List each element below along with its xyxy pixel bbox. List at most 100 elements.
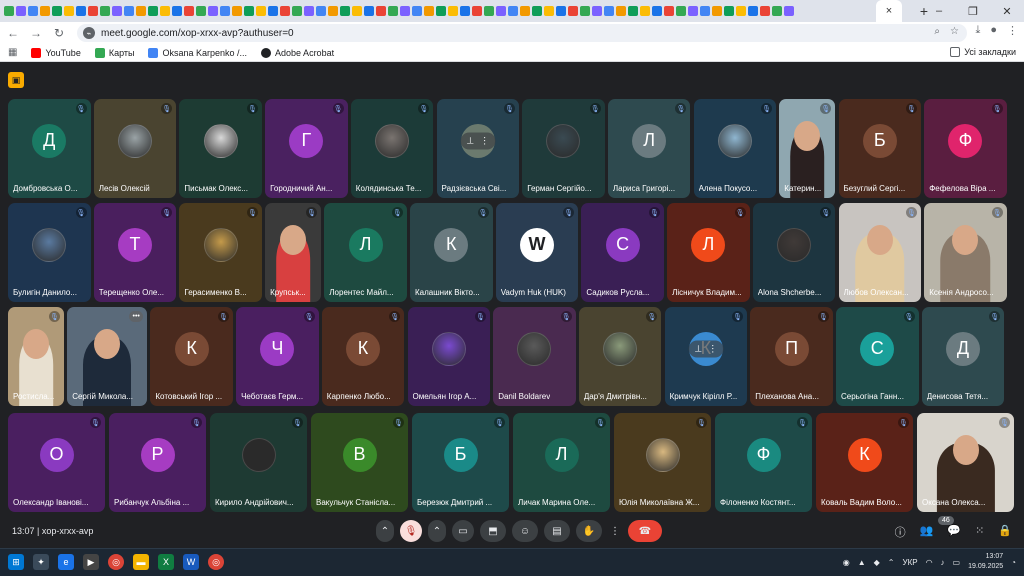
menu-icon[interactable]: ⋮ (1007, 24, 1018, 37)
participant-tile[interactable]: Г 🎙 Городничий Ан... (265, 99, 348, 198)
back-arrow-icon[interactable]: ← (3, 23, 23, 43)
reload-icon[interactable]: ↻ (49, 23, 69, 43)
tab-favicon-icon[interactable] (556, 6, 566, 16)
activities-icon[interactable]: ⁙ (975, 524, 984, 540)
volume-icon[interactable]: ♪ (941, 558, 945, 567)
participant-tile[interactable]: Ч 🎙 Чеботаєв Герм... (236, 307, 319, 406)
bookmark-maps[interactable]: Карты (94, 47, 134, 58)
tab-favicon-icon[interactable] (784, 6, 794, 16)
host-controls-icon[interactable]: 🔒 (998, 524, 1012, 540)
tab-favicon-icon[interactable] (196, 6, 206, 16)
tab-favicon-icon[interactable] (268, 6, 278, 16)
participant-tile[interactable]: Т 🎙 Терещенко Оле... (93, 203, 177, 302)
tab-favicon-icon[interactable] (232, 6, 242, 16)
tab-favicon-icon[interactable] (220, 6, 230, 16)
apps-grid-icon[interactable]: ▦ (8, 47, 17, 58)
tab-favicon-icon[interactable] (388, 6, 398, 16)
tab-favicon-icon[interactable] (676, 6, 686, 16)
close-tab-icon[interactable]: × (886, 5, 892, 17)
participant-tile[interactable]: 🎙 Герасименко В... (179, 203, 262, 302)
notifications-icon[interactable]: ◔ (1011, 558, 1016, 567)
tab-favicon-icon[interactable] (700, 6, 710, 16)
tray-app-icon[interactable]: ◉ (843, 558, 850, 567)
participant-tile[interactable]: О 🎙 Олександр Іванові... (8, 413, 105, 512)
participant-tile[interactable]: Б 🎙 Безуглий Сергі... (838, 99, 921, 198)
tab-favicon-icon[interactable] (640, 6, 650, 16)
more-options-button[interactable]: ⋮ (608, 520, 622, 542)
tab-favicon-icon[interactable] (292, 6, 302, 16)
more-options-icon[interactable]: ••• (129, 311, 144, 322)
tab-favicon-icon[interactable] (364, 6, 374, 16)
participant-tile[interactable]: П 🎙 Плеханова Ана... (750, 307, 833, 406)
minimize-button[interactable]: – (922, 0, 956, 22)
reactions-button[interactable]: ☺ (512, 520, 538, 542)
tab-favicon-icon[interactable] (64, 6, 74, 16)
participant-tile[interactable]: Б 🎙 Березюк Дмитрий ... (412, 413, 509, 512)
copilot-icon[interactable]: ✦ (33, 554, 49, 570)
camera-options-chevron-icon[interactable]: ⌃ (428, 520, 446, 542)
bookmark-star-icon[interactable]: ☆ (950, 26, 959, 37)
participant-tile[interactable]: 🎙 Alona Shcherbe... (752, 203, 836, 302)
participant-tile[interactable]: 🎙 Любов Олексан... (838, 203, 921, 302)
tray-app-icon-3[interactable]: ◆ (874, 558, 880, 567)
edge-icon[interactable]: e (58, 554, 74, 570)
tab-favicon-icon[interactable] (652, 6, 662, 16)
raise-hand-button[interactable]: ✋ (576, 520, 602, 542)
tab-favicon-icon[interactable] (136, 6, 146, 16)
participant-tile[interactable]: Л 🎙 Личак Марина Оле... (513, 413, 610, 512)
meeting-details-icon[interactable]: ⓘ (895, 524, 906, 540)
tab-favicon-icon[interactable] (748, 6, 758, 16)
tab-favicon-icon[interactable] (280, 6, 290, 16)
maximize-button[interactable]: ❐ (956, 0, 990, 22)
tab-favicon-icon[interactable] (4, 6, 14, 16)
tray-chevron-icon[interactable]: ⌃ (888, 558, 895, 567)
more-vert-icon[interactable]: ⋮ (480, 135, 489, 146)
tab-favicon-icon[interactable] (568, 6, 578, 16)
participant-tile[interactable]: ⊥ ⋮ 🎙 Радзієвська Сві... (436, 99, 519, 198)
media-player-icon[interactable]: ▶ (83, 554, 99, 570)
profile-icon[interactable]: ● (990, 24, 997, 37)
tab-favicon-icon[interactable] (592, 6, 602, 16)
tab-favicon-icon[interactable] (772, 6, 782, 16)
tab-favicon-icon[interactable] (184, 6, 194, 16)
tab-favicon-icon[interactable] (688, 6, 698, 16)
participant-tile[interactable]: 🎙 Омельян Ігор А... (407, 307, 490, 406)
tab-favicon-icon[interactable] (88, 6, 98, 16)
chat-icon[interactable]: 💬 (947, 524, 961, 540)
participant-tile[interactable]: ••• Сергій Микола... (67, 307, 148, 406)
participant-tile[interactable]: 🎙 Ксенія Андросо... (924, 203, 1007, 302)
tab-favicon-icon[interactable] (484, 6, 494, 16)
tab-favicon-icon[interactable] (448, 6, 458, 16)
participant-tile[interactable]: 🎙 Колядинська Те... (350, 99, 434, 198)
forward-arrow-icon[interactable]: → (26, 23, 46, 43)
tab-favicon-icon[interactable] (400, 6, 410, 16)
site-info-icon[interactable]: ⌁ (83, 27, 95, 39)
participant-tile[interactable]: С 🎙 Садиков Русла... (581, 203, 664, 302)
tab-favicon-icon[interactable] (208, 6, 218, 16)
mic-options-chevron-icon[interactable]: ⌃ (376, 520, 394, 542)
participant-tile[interactable]: Д 🎙 Денисова Тетя... (921, 307, 1005, 406)
mic-off-button[interactable]: 🎙 (400, 520, 422, 542)
participant-tile[interactable]: 🎙 Герман Сергійо... (522, 99, 605, 198)
excel-icon[interactable]: X (158, 554, 174, 570)
tab-favicon-icon[interactable] (460, 6, 470, 16)
close-window-button[interactable]: ✕ (990, 0, 1024, 22)
participant-tile[interactable]: 🎙 Danil Boldarev (493, 307, 576, 406)
tab-favicon-icon[interactable] (160, 6, 170, 16)
url-text[interactable]: meet.google.com/xop-xrxx-avp?authuser=0 (101, 28, 294, 39)
participant-tile[interactable]: 🎙 Лесів Олексій (93, 99, 177, 198)
participant-tile[interactable]: 🎙 Письмак Олекс... (179, 99, 262, 198)
participant-tile[interactable]: С 🎙 Серьогіна Ганн... (836, 307, 919, 406)
participant-tile[interactable]: 🎙 Оксана Олекса... (917, 413, 1014, 512)
participant-tile[interactable]: К 🎙 Котовський Ігор ... (150, 307, 233, 406)
participant-tile[interactable]: Р 🎙 Рибанчук Альбіна ... (109, 413, 206, 512)
people-icon[interactable]: 👥 (920, 524, 934, 540)
tile-hover-controls[interactable]: ⊥ ⋮ (460, 132, 496, 150)
participant-tile[interactable]: 🎙 Булигін Данило... (8, 203, 91, 302)
tab-favicon-icon[interactable] (316, 6, 326, 16)
participant-tile[interactable]: 🎙 Катерин... (779, 99, 836, 198)
participant-tile[interactable]: 🎙 Ростисла... (8, 307, 64, 406)
tab-favicon-icon[interactable] (40, 6, 50, 16)
tab-favicon-icon[interactable] (28, 6, 38, 16)
tab-favicon-icon[interactable] (172, 6, 182, 16)
